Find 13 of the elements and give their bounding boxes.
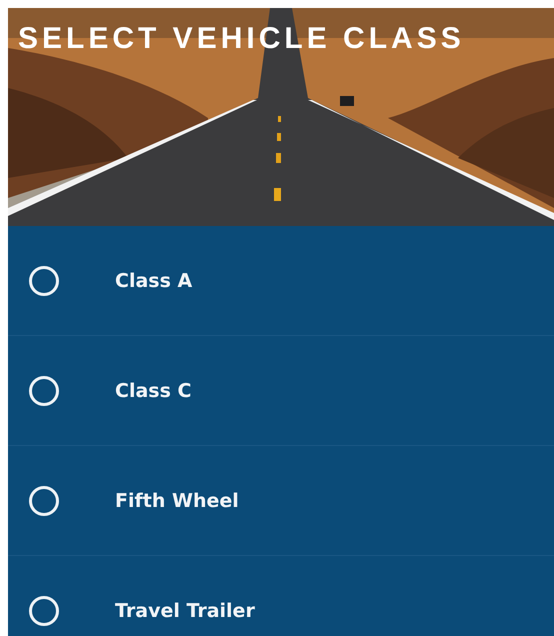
radio-button[interactable] (29, 376, 59, 406)
vehicle-class-option[interactable]: Fifth Wheel (8, 446, 554, 556)
vehicle-class-option[interactable]: Class A (8, 226, 554, 336)
option-label: Class A (115, 270, 192, 292)
option-label: Travel Trailer (115, 600, 255, 622)
radio-button[interactable] (29, 596, 59, 626)
vehicle-class-option[interactable]: Travel Trailer (8, 556, 554, 636)
option-label: Class C (115, 380, 192, 402)
vehicle-class-option[interactable]: Class C (8, 336, 554, 446)
screen-title: SELECT VEHICLE CLASS (18, 22, 465, 56)
radio-button[interactable] (29, 486, 59, 516)
option-label: Fifth Wheel (115, 490, 239, 512)
radio-button[interactable] (29, 266, 59, 296)
